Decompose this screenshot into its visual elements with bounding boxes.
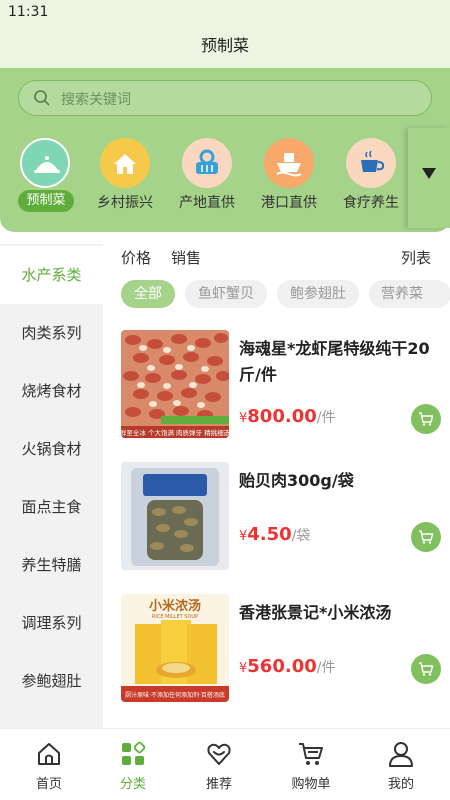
subcategory-tags: 全部 鱼虾蟹贝 鲍参翅肚 营养菜 xyxy=(103,280,450,310)
mussel-meat-bag-photo xyxy=(121,462,229,570)
dish-cover-icon xyxy=(20,138,70,188)
add-to-cart-button[interactable] xyxy=(411,522,441,552)
ship-icon xyxy=(264,138,314,188)
tab-label: 分类 xyxy=(119,777,146,792)
category-label: 预制菜 xyxy=(18,190,74,212)
shopping-cart-icon xyxy=(299,743,323,765)
tab-label: 购物单 xyxy=(291,777,331,792)
category-origin-direct[interactable]: 产地直供 xyxy=(166,136,248,212)
price-unit: /件 xyxy=(316,410,336,426)
top-category-area: 搜索关键词 预制菜 乡村振兴 产地直供 港口直供 食疗养生 xyxy=(0,68,450,232)
cart-icon xyxy=(419,662,434,676)
soup-image-title: 小米浓汤 xyxy=(149,598,201,614)
sidebar-item-seafood[interactable]: 水产系类 xyxy=(0,246,103,304)
millet-soup-package-photo: 小米浓汤 RICE MILLET SOUP 厨汁原味·不添加任何添加剂·百搭汤底 xyxy=(121,594,229,702)
product-price: ¥4.50/袋 xyxy=(239,524,310,545)
tab-home[interactable]: 首页 xyxy=(4,729,94,800)
price-value: 4.50 xyxy=(247,524,292,545)
category-icon-row: 预制菜 乡村振兴 产地直供 港口直供 食疗养生 xyxy=(0,136,410,216)
expand-categories-button[interactable] xyxy=(408,128,450,228)
tag-fish-shrimp[interactable]: 鱼虾蟹贝 xyxy=(185,280,267,308)
sort-bar: 价格 销售 列表 xyxy=(103,244,450,272)
tab-shopping-list[interactable]: 购物单 xyxy=(266,729,356,800)
tab-category[interactable]: 分类 xyxy=(88,729,178,800)
add-to-cart-button[interactable] xyxy=(411,654,441,684)
category-sidebar: 水产系类 肉类系列 烧烤食材 火锅食材 面点主食 养生特膳 调理系列 参鲍翅肚 xyxy=(0,244,103,728)
sidebar-item-bbq[interactable]: 烧烤食材 xyxy=(0,362,103,420)
product-list: 鲜至全冰 个大饱满 肉质弹牙 精挑细选 海魂星*龙虾尾特级纯干20斤/件 ¥80… xyxy=(103,318,450,728)
home-icon xyxy=(38,743,60,765)
sidebar-item-health[interactable]: 养生特膳 xyxy=(0,536,103,594)
tag-nutrition[interactable]: 营养菜 xyxy=(369,280,450,308)
user-profile-icon xyxy=(389,742,413,767)
category-label: 乡村振兴 xyxy=(97,195,153,211)
product-item[interactable]: 贻贝肉300g/袋 ¥4.50/袋 xyxy=(103,450,450,570)
soup-image-english: RICE MILLET SOUP xyxy=(152,614,198,620)
triangle-down-icon xyxy=(422,168,436,179)
product-item[interactable]: 鲜至全冰 个大饱满 肉质弹牙 精挑细选 海魂星*龙虾尾特级纯干20斤/件 ¥80… xyxy=(103,318,450,438)
product-name: 贻贝肉300g/袋 xyxy=(239,471,354,490)
lobster-image-caption: 鲜至全冰 个大饱满 肉质弹牙 精挑细选 xyxy=(121,428,229,437)
cart-icon xyxy=(419,530,434,544)
bottom-tab-bar: 首页 分类 推荐 购物单 我的 xyxy=(0,728,450,800)
price-value: 560.00 xyxy=(247,656,317,677)
tab-label: 推荐 xyxy=(205,777,232,792)
category-label: 港口直供 xyxy=(261,195,317,211)
tab-label: 首页 xyxy=(35,777,62,792)
product-price: ¥800.00/件 xyxy=(239,406,335,427)
product-price: ¥560.00/件 xyxy=(239,656,335,677)
basket-icon xyxy=(182,138,232,188)
search-input[interactable]: 搜索关键词 xyxy=(18,80,432,116)
soup-image-caption: 厨汁原味·不添加任何添加剂·百搭汤底 xyxy=(125,691,225,699)
tag-delicacies[interactable]: 鲍参翅肚 xyxy=(277,280,359,308)
village-house-icon xyxy=(100,138,150,188)
category-label: 产地直供 xyxy=(179,195,235,211)
price-unit: /袋 xyxy=(291,528,311,544)
product-name: 香港张景记*小米浓汤 xyxy=(239,603,392,622)
price-value: 800.00 xyxy=(247,406,317,427)
search-icon xyxy=(34,90,50,106)
category-port-direct[interactable]: 港口直供 xyxy=(248,136,330,212)
page-title: 预制菜 xyxy=(200,36,249,55)
view-list-toggle[interactable]: 列表 xyxy=(401,247,431,268)
product-name: 海魂星*龙虾尾特级纯干20斤/件 xyxy=(239,339,430,384)
cart-icon xyxy=(419,412,434,426)
sidebar-item-seasoning[interactable]: 调理系列 xyxy=(0,594,103,652)
sidebar-item-delicacies[interactable]: 参鲍翅肚 xyxy=(0,652,103,710)
tab-recommend[interactable]: 推荐 xyxy=(174,729,264,800)
sidebar-item-staples[interactable]: 面点主食 xyxy=(0,478,103,536)
category-grid-icon xyxy=(122,741,146,765)
lobster-tails-photo: 鲜至全冰 个大饱满 肉质弹牙 精挑细选 xyxy=(121,330,229,438)
tag-all[interactable]: 全部 xyxy=(121,280,175,308)
category-rural-revitalization[interactable]: 乡村振兴 xyxy=(84,136,166,212)
tea-cup-icon xyxy=(346,138,396,188)
product-item[interactable]: 小米浓汤 RICE MILLET SOUP 厨汁原味·不添加任何添加剂·百搭汤底… xyxy=(103,582,450,702)
sort-sales[interactable]: 销售 xyxy=(171,247,201,268)
status-time: 11:31 xyxy=(8,4,49,20)
recommend-heart-icon xyxy=(207,743,231,765)
tab-profile[interactable]: 我的 xyxy=(356,729,446,800)
category-label: 食疗养生 xyxy=(343,195,399,211)
price-unit: /件 xyxy=(316,660,336,676)
category-prepared-dishes[interactable]: 预制菜 xyxy=(4,136,86,212)
page-header: 预制菜 xyxy=(0,26,450,68)
add-to-cart-button[interactable] xyxy=(411,404,441,434)
search-placeholder: 搜索关键词 xyxy=(61,92,131,108)
sort-price[interactable]: 价格 xyxy=(121,247,151,268)
status-bar: 11:31 xyxy=(0,0,450,26)
tab-label: 我的 xyxy=(387,777,414,792)
sidebar-item-hotpot[interactable]: 火锅食材 xyxy=(0,420,103,478)
category-diet-therapy[interactable]: 食疗养生 xyxy=(330,136,412,212)
sidebar-item-meat[interactable]: 肉类系列 xyxy=(0,304,103,362)
